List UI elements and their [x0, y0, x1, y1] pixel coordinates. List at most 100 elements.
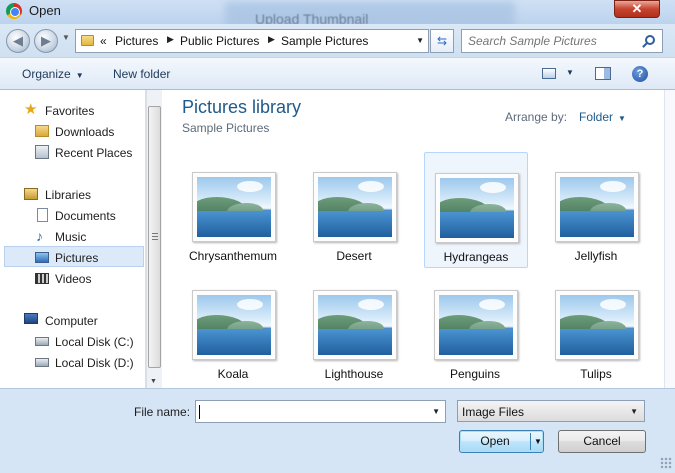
search-input[interactable] — [462, 30, 642, 52]
file-tile[interactable]: Desert — [303, 152, 407, 268]
nav-music[interactable]: ♪ Music — [0, 226, 146, 247]
content-scrollbar[interactable] — [664, 90, 675, 388]
image-thumbnail — [435, 173, 519, 243]
file-type-select[interactable]: Image Files ▼ — [457, 400, 645, 422]
chrome-app-icon — [6, 3, 22, 19]
organize-button[interactable]: Organize ▼ — [22, 67, 84, 81]
recent-locations-dropdown[interactable]: ▼ — [62, 33, 70, 42]
breadcrumb[interactable]: « Pictures ▶ Public Pictures ▶ Sample Pi… — [75, 29, 429, 53]
computer-icon — [24, 313, 38, 324]
nav-local-disk-c[interactable]: Local Disk (C:) — [0, 331, 146, 352]
nav-favorites[interactable]: ★ Favorites — [0, 100, 146, 121]
resize-grip[interactable] — [660, 457, 672, 469]
nav-computer-label: Computer — [45, 314, 98, 328]
nav-recent-places-label: Recent Places — [55, 146, 133, 160]
image-thumbnail — [313, 172, 397, 242]
file-list-pane: Pictures library Sample Pictures Arrange… — [162, 90, 664, 388]
image-thumbnail — [434, 290, 518, 360]
nav-videos[interactable]: Videos — [0, 268, 146, 289]
landscape-photo — [560, 295, 634, 355]
hard-disk-icon — [35, 337, 49, 346]
image-thumbnail — [313, 290, 397, 360]
scroll-down-arrow-icon[interactable]: ▼ — [150, 378, 157, 385]
hard-disk-icon — [35, 358, 49, 367]
nav-favorites-label: Favorites — [45, 104, 95, 118]
landscape-photo — [440, 178, 514, 238]
nav-documents[interactable]: Documents — [0, 205, 146, 226]
breadcrumb-sample-pictures[interactable]: Sample Pictures — [281, 34, 368, 48]
back-arrow-icon: ◀ — [13, 33, 23, 48]
breadcrumb-arrow-icon[interactable]: ▶ — [268, 34, 275, 45]
file-tile[interactable]: Lighthouse — [303, 270, 407, 386]
close-button[interactable]: ✕ — [614, 0, 660, 18]
text-cursor — [199, 405, 200, 419]
arrange-by-dropdown[interactable]: Folder ▼ — [579, 110, 626, 124]
navigation-scrollbar[interactable]: ▼ — [146, 90, 162, 388]
nav-local-disk-c-label: Local Disk (C:) — [55, 335, 134, 349]
file-name-combobox[interactable]: ▼ — [195, 400, 446, 423]
nav-videos-label: Videos — [55, 272, 92, 286]
organize-label: Organize — [22, 67, 71, 81]
file-name: Chrysanthemum — [188, 249, 278, 263]
cancel-button[interactable]: Cancel — [558, 430, 646, 453]
file-name: Desert — [336, 249, 372, 263]
file-tile[interactable]: Penguins — [424, 270, 528, 386]
nav-libraries[interactable]: Libraries — [0, 184, 146, 205]
address-row: ◀ ▶ ▼ « Pictures ▶ Public Pictures ▶ Sam… — [0, 24, 675, 57]
refresh-button[interactable]: ⇆ — [430, 29, 454, 53]
breadcrumb-public-pictures[interactable]: Public Pictures — [180, 34, 259, 48]
forward-arrow-icon: ▶ — [41, 33, 51, 48]
new-folder-button[interactable]: New folder — [113, 67, 170, 81]
open-options-dropdown-icon[interactable]: ▼ — [534, 431, 542, 452]
forward-button[interactable]: ▶ — [34, 29, 58, 53]
help-icon[interactable]: ? — [632, 66, 648, 82]
file-type-dropdown-icon[interactable]: ▼ — [630, 407, 638, 416]
dialog-footer: File name: ▼ Image Files ▼ Open ▼ Cancel — [0, 388, 675, 473]
address-dropdown-icon[interactable]: ▼ — [416, 36, 424, 45]
nav-computer[interactable]: Computer — [0, 310, 146, 331]
view-options-dropdown[interactable]: ▼ — [566, 68, 574, 77]
search-icon[interactable] — [645, 35, 655, 45]
documents-icon — [37, 208, 48, 222]
landscape-photo — [560, 177, 634, 237]
window-title: Open — [29, 3, 61, 18]
landscape-photo — [439, 295, 513, 355]
nav-local-disk-d[interactable]: Local Disk (D:) — [0, 352, 146, 373]
open-button-label: Open — [480, 434, 510, 448]
nav-pictures[interactable]: Pictures — [4, 246, 144, 267]
breadcrumb-overflow[interactable]: « — [100, 34, 107, 48]
nav-downloads-label: Downloads — [55, 125, 115, 139]
image-thumbnail — [555, 290, 639, 360]
chevron-down-icon: ▼ — [618, 114, 626, 123]
navigation-pane: ★ Favorites Downloads Recent Places Libr… — [0, 90, 146, 388]
nav-downloads[interactable]: Downloads — [0, 121, 146, 142]
file-tile[interactable]: Koala — [182, 270, 286, 386]
libraries-icon — [24, 188, 38, 200]
file-name: Lighthouse — [324, 367, 384, 381]
library-subtitle: Sample Pictures — [182, 121, 270, 135]
music-note-icon: ♪ — [36, 228, 43, 244]
nav-recent-places[interactable]: Recent Places — [0, 142, 146, 163]
back-button[interactable]: ◀ — [6, 29, 30, 53]
file-tile[interactable]: Hydrangeas — [424, 152, 528, 268]
nav-music-label: Music — [55, 230, 87, 244]
change-view-icon[interactable] — [542, 68, 556, 79]
scrollbar-thumb[interactable] — [148, 106, 161, 368]
breadcrumb-arrow-icon[interactable]: ▶ — [167, 34, 174, 45]
open-button[interactable]: Open ▼ — [459, 430, 544, 453]
arrange-by-value: Folder — [579, 110, 614, 124]
file-name-dropdown-icon[interactable]: ▼ — [432, 407, 440, 416]
landscape-photo — [197, 295, 271, 355]
search-box[interactable] — [461, 29, 663, 53]
preview-pane-icon[interactable] — [595, 67, 611, 80]
arrange-by-label: Arrange by: — [505, 110, 568, 124]
breadcrumb-pictures[interactable]: Pictures — [115, 34, 158, 48]
file-tile[interactable]: Tulips — [545, 270, 649, 386]
nav-documents-label: Documents — [55, 209, 116, 223]
file-tile[interactable]: Chrysanthemum — [182, 152, 286, 268]
file-name-input[interactable] — [196, 401, 424, 422]
file-name: Tulips — [580, 367, 612, 381]
image-thumbnail — [192, 290, 276, 360]
file-tile[interactable]: Jellyfish — [545, 152, 649, 268]
command-bar: Organize ▼ New folder ▼ ? — [0, 57, 675, 90]
